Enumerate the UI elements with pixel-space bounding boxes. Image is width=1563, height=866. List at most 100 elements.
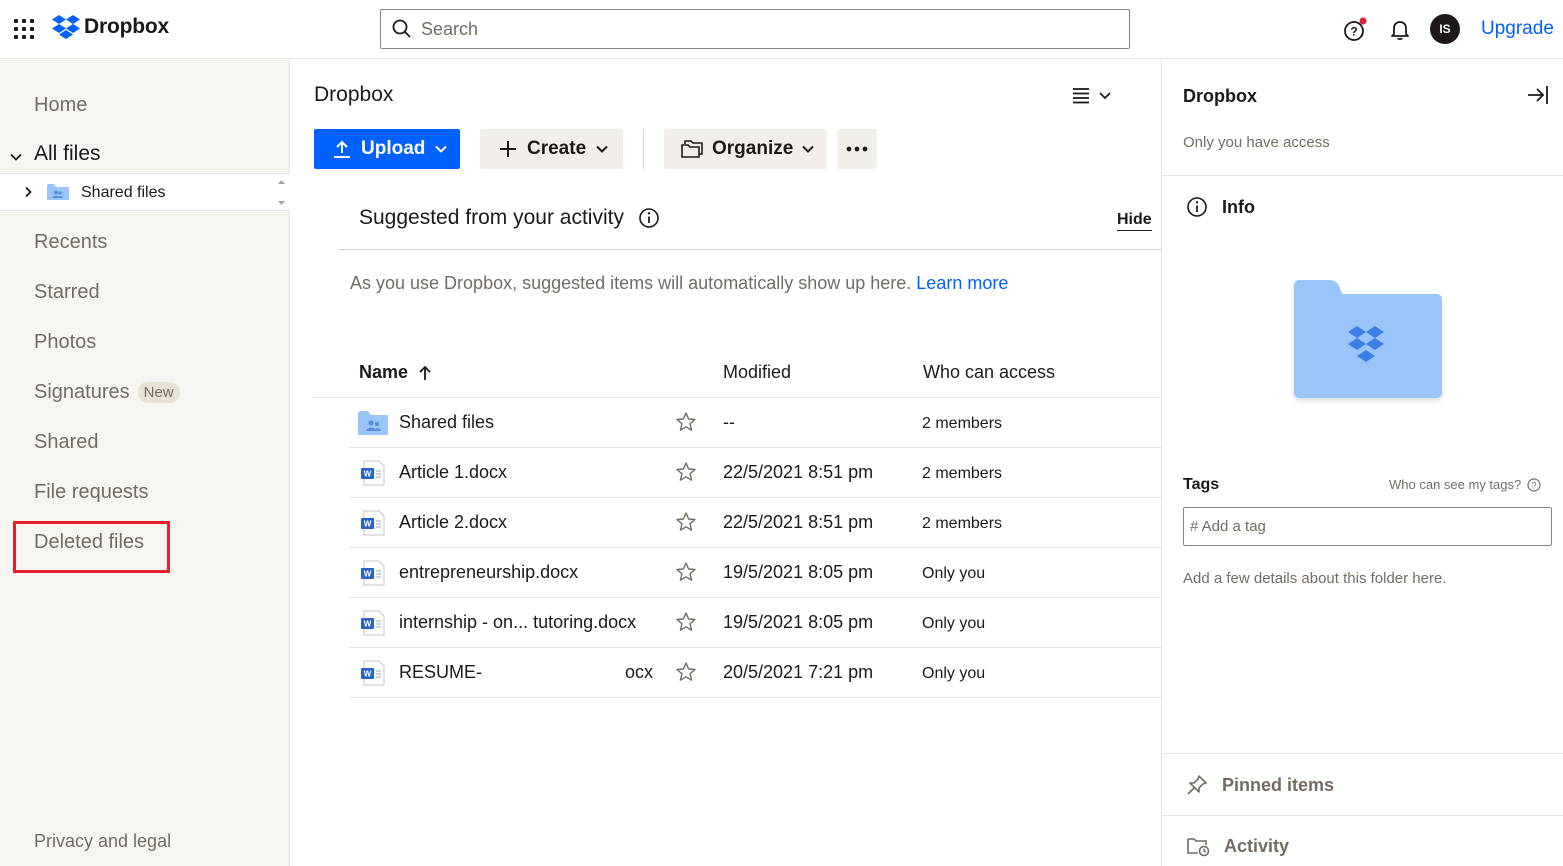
who-can-see-tags-link[interactable]: Who can see my tags? ?	[1389, 477, 1541, 492]
file-access: 2 members	[922, 515, 1003, 532]
activity-section[interactable]: Activity	[1186, 835, 1289, 857]
add-tag-input[interactable]	[1183, 507, 1552, 546]
collapse-panel-icon[interactable]	[1526, 84, 1550, 106]
more-actions-button[interactable]	[837, 129, 877, 169]
file-access: 2 members	[922, 415, 1003, 432]
panel-title: Dropbox	[1183, 86, 1257, 106]
file-name[interactable]: internship - on... tutoring.docx	[399, 612, 636, 633]
chevron-down-icon	[596, 145, 608, 153]
chevron-right-icon[interactable]	[22, 186, 34, 198]
toolbar-divider	[643, 129, 644, 169]
column-header-modified[interactable]: Modified	[723, 362, 791, 383]
folder-details-prompt[interactable]: Add a few details about this folder here…	[1183, 570, 1447, 587]
suggested-empty-text: As you use Dropbox, suggested items will…	[350, 273, 1008, 294]
sort-ascending-icon	[419, 365, 431, 380]
star-icon[interactable]	[675, 661, 697, 683]
table-row[interactable]: Shared files -- 2 members	[349, 398, 1161, 448]
sidebar-item-signatures[interactable]: Signatures New	[34, 381, 180, 404]
help-icon: ?	[1527, 477, 1541, 492]
shared-folder-icon	[47, 184, 69, 200]
organize-button[interactable]: Organize	[664, 129, 827, 169]
avatar[interactable]: IS	[1430, 14, 1460, 44]
star-icon[interactable]	[675, 611, 697, 633]
sidebar-item-starred[interactable]: Starred	[34, 281, 100, 304]
svg-text:?: ?	[1350, 25, 1357, 39]
star-icon[interactable]	[675, 511, 697, 533]
word-doc-icon: W	[361, 610, 385, 636]
view-options-icon[interactable]	[1071, 86, 1113, 106]
tags-label: Tags	[1183, 476, 1220, 493]
table-row[interactable]: Wentrepreneurship.docx 19/5/2021 8:05 pm O…	[349, 548, 1161, 598]
table-row[interactable]: W Article 2.docx 22/5/2021 8:51 pm 2 member…	[349, 498, 1161, 548]
file-modified: --	[723, 412, 735, 432]
pinned-items-section[interactable]: Pinned items	[1186, 774, 1334, 796]
column-header-access[interactable]: Who can access	[923, 362, 1055, 383]
search-input[interactable]	[421, 18, 1101, 40]
help-icon[interactable]: ?	[1342, 17, 1368, 43]
upgrade-link[interactable]: Upgrade	[1481, 18, 1554, 40]
file-access: Only you	[922, 665, 986, 682]
sidebar-item-shared[interactable]: Shared	[34, 431, 99, 454]
sidebar-item-all-files[interactable]: All files	[0, 140, 290, 176]
chevron-down-icon	[435, 145, 448, 153]
info-icon[interactable]	[638, 207, 660, 229]
svg-text:?: ?	[1532, 480, 1537, 490]
info-label: Info	[1222, 196, 1255, 217]
table-row[interactable]: W Article 1.docx 22/5/2021 8:51 pm 2 member…	[349, 448, 1161, 498]
who-can-see-label: Who can see my tags?	[1389, 477, 1522, 492]
word-doc-icon: W	[361, 560, 385, 586]
file-name-suffix: ocx	[625, 662, 654, 682]
file-name[interactable]: Shared files	[399, 412, 494, 433]
star-icon[interactable]	[675, 561, 697, 583]
dropbox-logo[interactable]: Dropbox	[52, 14, 169, 40]
svg-text:W: W	[364, 670, 372, 679]
file-access: Only you	[922, 565, 986, 582]
file-name[interactable]: Article 1.docx	[399, 462, 507, 483]
sidebar-item-photos[interactable]: Photos	[34, 331, 96, 354]
sidebar-item-file-requests[interactable]: File requests	[34, 481, 149, 504]
file-modified: 22/5/2021 8:51 pm	[723, 512, 874, 532]
bell-icon[interactable]	[1388, 17, 1412, 41]
tree-item-shared-files[interactable]: Shared files	[0, 173, 290, 211]
suggested-title: Suggested from your activity	[359, 206, 624, 229]
highlight-box	[13, 521, 170, 573]
search-bar[interactable]	[380, 9, 1130, 49]
info-section-header[interactable]: Info	[1186, 196, 1255, 218]
search-icon	[392, 19, 411, 38]
file-access: Only you	[922, 615, 986, 632]
table-row[interactable]: W RESUME-ocx 20/5/2021 7:21 pm Only you	[349, 648, 1161, 698]
details-panel: Dropbox Only you have access Info Tags W…	[1161, 60, 1563, 866]
file-access: 2 members	[922, 465, 1003, 482]
main-content: Dropbox Upload Create Organize Suggested…	[291, 60, 1161, 866]
divider	[339, 249, 1161, 250]
upload-icon	[334, 140, 350, 158]
file-name[interactable]: entrepreneurship.docx	[399, 562, 578, 583]
upload-label: Upload	[361, 138, 426, 159]
privacy-legal-link[interactable]: Privacy and legal	[34, 831, 171, 852]
scrollbar[interactable]	[273, 174, 290, 212]
chevron-down-icon	[802, 145, 815, 153]
app-grid-icon[interactable]	[14, 19, 34, 39]
file-name[interactable]: RESUME-	[399, 662, 482, 683]
svg-text:W: W	[364, 570, 372, 579]
sidebar-item-recents[interactable]: Recents	[34, 231, 107, 254]
organize-label: Organize	[712, 138, 794, 159]
star-icon[interactable]	[675, 411, 697, 433]
hide-suggested-link[interactable]: Hide	[1117, 211, 1152, 231]
sidebar-item-home[interactable]: Home	[34, 94, 87, 117]
plus-icon	[500, 141, 516, 157]
svg-text:W: W	[364, 620, 372, 629]
column-label: Name	[359, 362, 409, 382]
create-button[interactable]: Create	[480, 129, 623, 169]
chevron-down-icon[interactable]	[9, 150, 23, 164]
divider	[1162, 815, 1563, 816]
folder-organize-icon	[681, 140, 703, 158]
file-name[interactable]: Article 2.docx	[399, 512, 507, 533]
column-header-name[interactable]: Name	[359, 362, 432, 383]
learn-more-link[interactable]: Learn more	[916, 273, 1008, 293]
star-icon[interactable]	[675, 461, 697, 483]
suggested-heading: Suggested from your activity	[359, 206, 660, 230]
divider	[1162, 175, 1563, 176]
table-row[interactable]: Winternship - on... tutoring.docx 19/5/20…	[349, 598, 1161, 648]
upload-button[interactable]: Upload	[314, 129, 460, 169]
